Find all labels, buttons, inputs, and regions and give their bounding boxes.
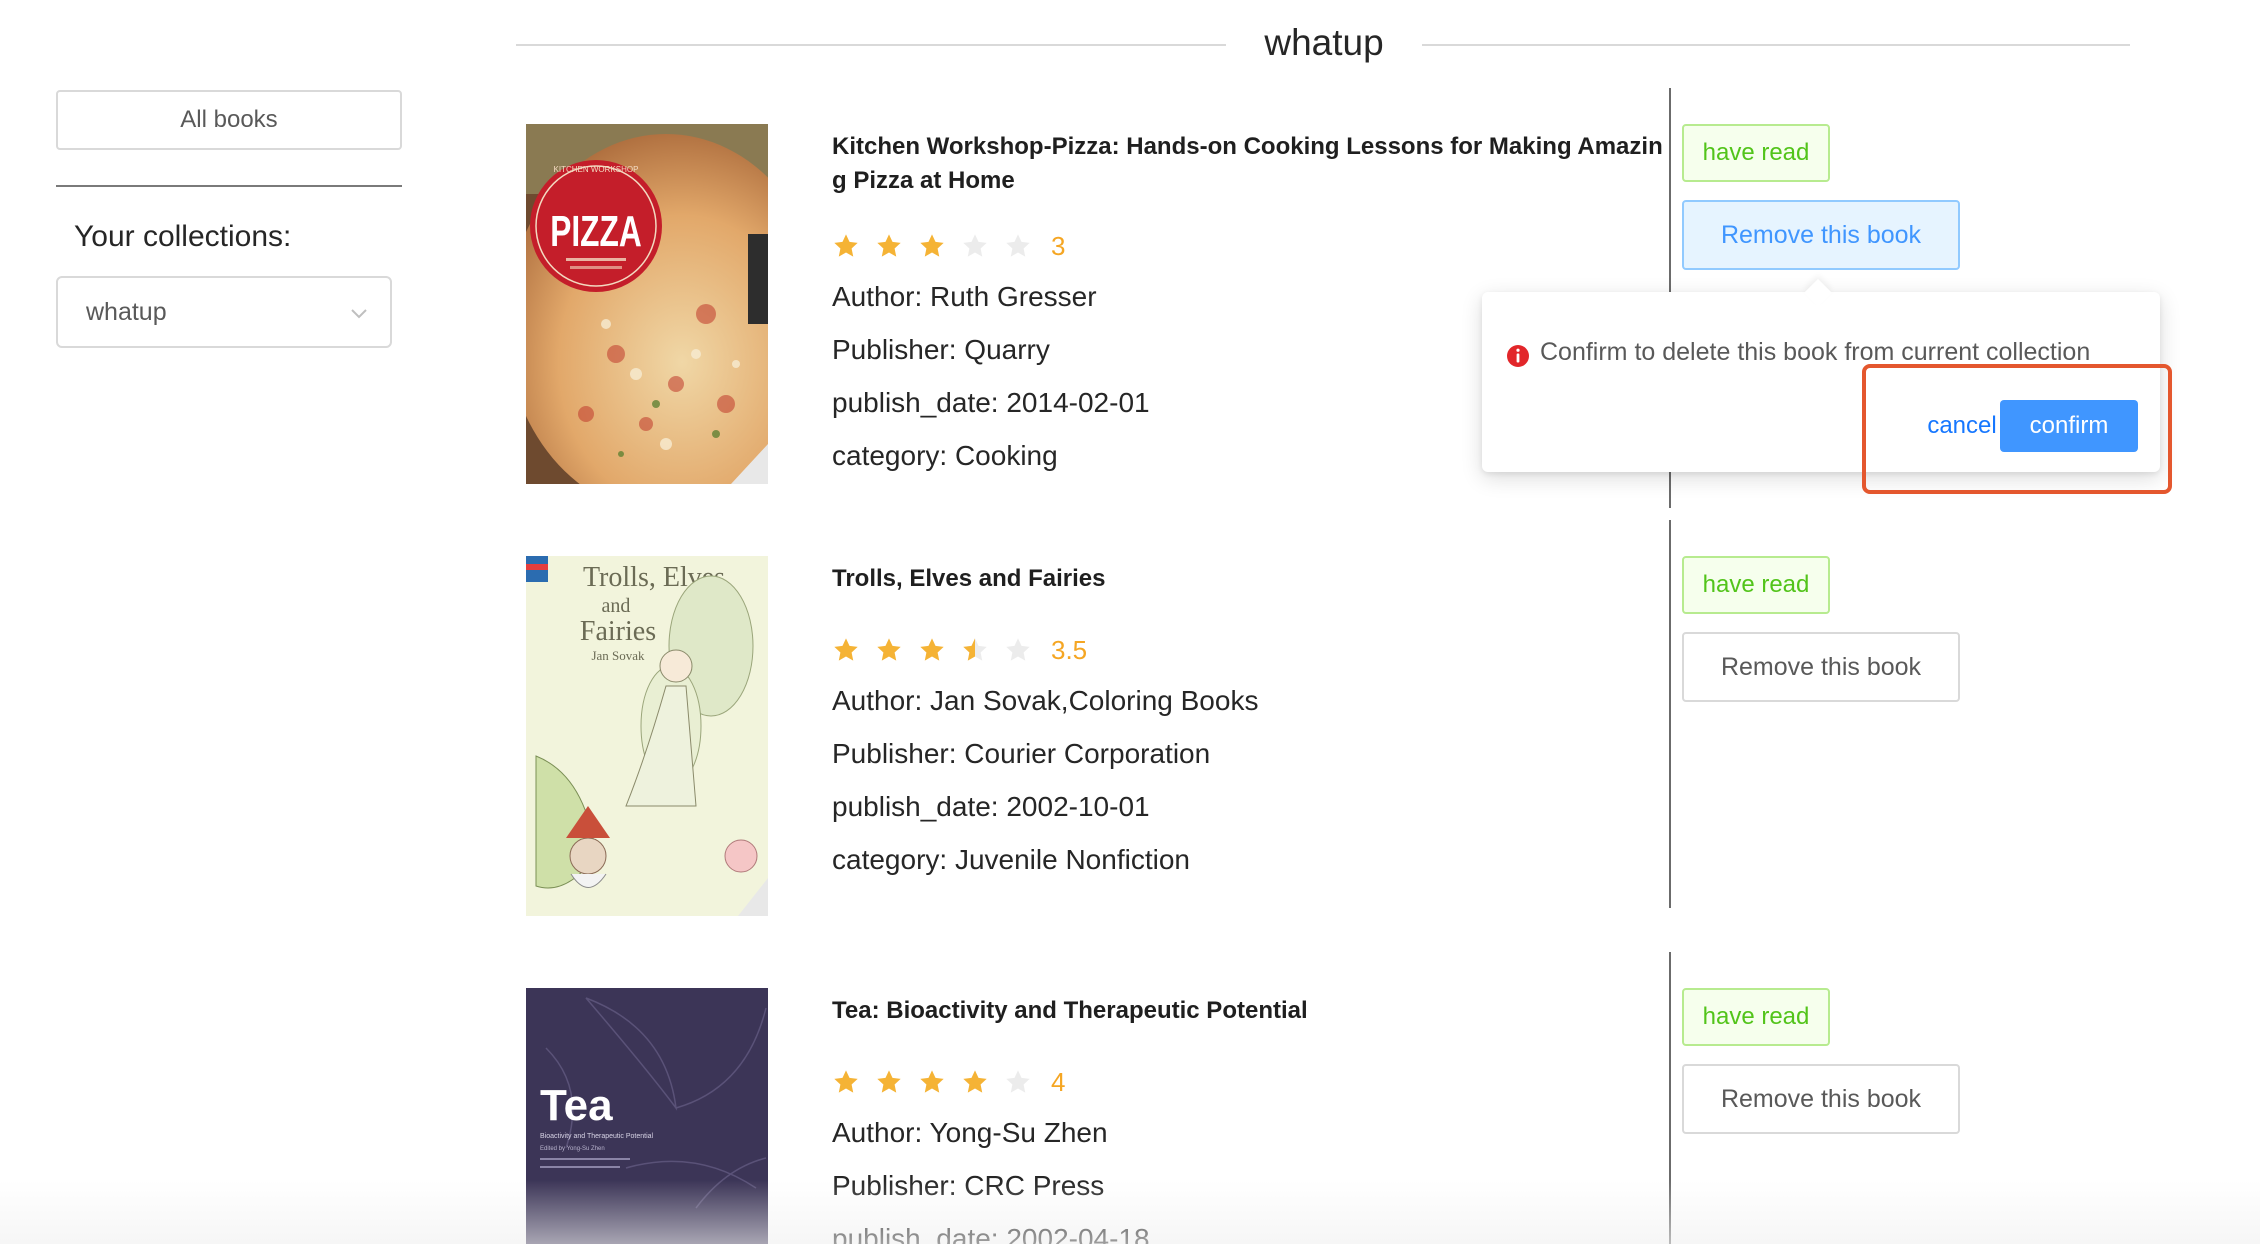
star-icon[interactable] (961, 232, 989, 260)
star-rating[interactable]: 4 (832, 1062, 1664, 1102)
star-icon[interactable] (918, 1068, 946, 1096)
book-publish-date: publish_date: 2002-04-18 (832, 1223, 1150, 1244)
star-icon[interactable] (875, 1068, 903, 1096)
svg-text:Tea: Tea (540, 1081, 613, 1130)
book-publish-date: publish_date: 2002-10-01 (832, 791, 1150, 822)
collections-label: Your collections: (74, 220, 292, 253)
star-rating[interactable]: 3.5 (832, 630, 1664, 670)
popconfirm-message: Confirm to delete this book from current… (1540, 338, 2091, 366)
star-icon[interactable] (832, 636, 860, 664)
have-read-tag: have read (1682, 124, 1830, 182)
svg-text:Fairies: Fairies (580, 616, 656, 647)
svg-text:Edited by Yong-Su Zhen: Edited by Yong-Su Zhen (540, 1146, 605, 1152)
star-icon[interactable] (875, 636, 903, 664)
page: All books Your collections: whatup whatu… (0, 0, 2260, 1244)
star-icon[interactable] (1004, 232, 1032, 260)
remove-book-button[interactable]: Remove this book (1682, 632, 1960, 702)
book-publisher: Publisher: Courier Corporation (832, 738, 1211, 769)
book-cover: Trolls, Elves and Fairies Jan Sovak (526, 556, 768, 916)
svg-text:and: and (602, 595, 631, 617)
card-divider (1669, 952, 1671, 1244)
remove-book-button[interactable]: Remove this book (1682, 1064, 1960, 1134)
book-category: category: Juvenile Nonfiction (832, 844, 1190, 875)
book-author: Author: Yong-Su Zhen (832, 1117, 1108, 1148)
book-author: Author: Jan Sovak,Coloring Books (832, 685, 1259, 716)
header-divider-right (1422, 44, 2130, 46)
exclamation-circle-icon (1507, 345, 1529, 367)
star-icon[interactable] (875, 232, 903, 260)
rating-value: 3.5 (1051, 634, 1088, 665)
star-icon[interactable] (918, 636, 946, 664)
book-title[interactable]: Trolls, Elves and Fairies (832, 562, 1664, 596)
star-rating[interactable]: 3 (832, 226, 1664, 266)
book-cover: Tea Bioactivity and Therapeutic Potentia… (526, 988, 768, 1244)
have-read-tag: have read (1682, 988, 1830, 1046)
book-title[interactable]: Tea: Bioactivity and Therapeutic Potenti… (832, 994, 1664, 1028)
svg-text:Bioactivity and Therapeutic Po: Bioactivity and Therapeutic Potential (540, 1133, 654, 1140)
star-half-icon[interactable] (961, 636, 989, 664)
star-icon[interactable] (832, 1068, 860, 1096)
star-icon[interactable] (1004, 636, 1032, 664)
header-divider-left (516, 44, 1226, 46)
all-books-button[interactable]: All books (56, 90, 402, 150)
selected-collection: whatup (86, 297, 167, 326)
book-title[interactable]: Kitchen Workshop-Pizza: Hands-on Cooking… (832, 130, 1664, 198)
chevron-down-icon (351, 309, 367, 319)
remove-book-button[interactable]: Remove this book (1682, 200, 1960, 270)
sidebar-divider (56, 185, 402, 187)
have-read-tag: have read (1682, 556, 1830, 614)
star-icon[interactable] (832, 232, 860, 260)
star-icon[interactable] (1004, 1068, 1032, 1096)
star-icon[interactable] (918, 232, 946, 260)
card-divider (1669, 520, 1671, 908)
highlight-annotation (1862, 364, 2172, 494)
svg-text:KITCHEN WORKSHOP: KITCHEN WORKSHOP (554, 165, 639, 174)
book-cover: KITCHEN WORKSHOP PIZZA (526, 124, 768, 484)
star-icon[interactable] (961, 1068, 989, 1096)
collection-select[interactable]: whatup (56, 276, 392, 348)
rating-value: 3 (1051, 230, 1066, 261)
book-publisher: Publisher: CRC Press (832, 1170, 1105, 1201)
rating-value: 4 (1051, 1066, 1066, 1097)
svg-text:PIZZA: PIZZA (550, 207, 641, 256)
page-title: whatup (1264, 22, 1384, 63)
svg-text:Jan Sovak: Jan Sovak (591, 648, 645, 663)
